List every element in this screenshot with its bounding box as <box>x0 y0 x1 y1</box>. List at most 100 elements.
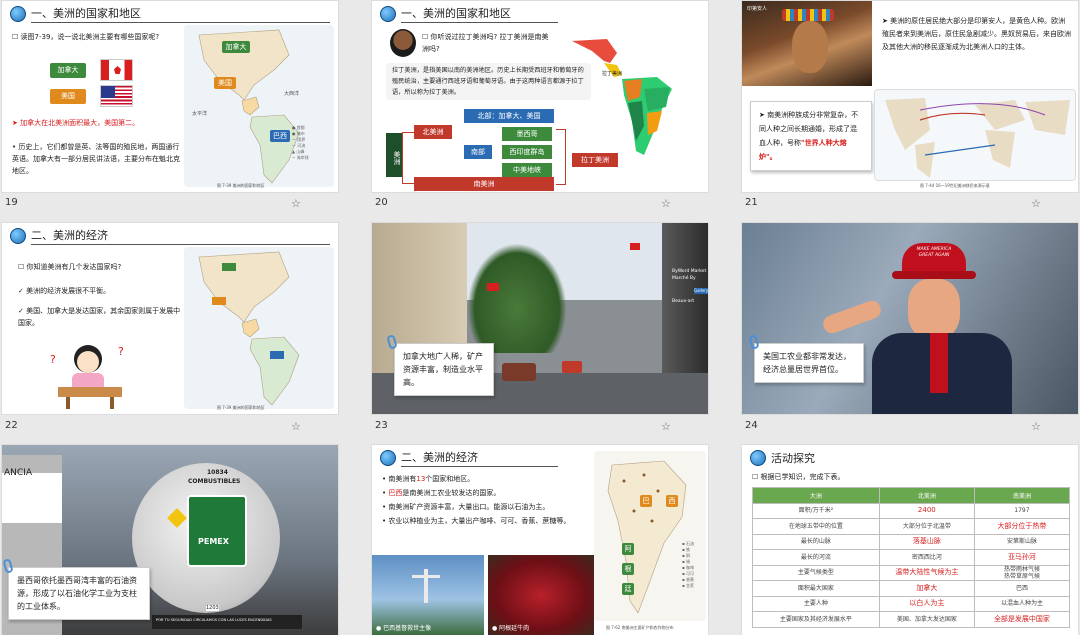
partial-sign-text: ANCIA <box>4 468 32 478</box>
slide-number: 21 <box>745 197 758 208</box>
globe-icon <box>10 6 26 22</box>
tree-west-indies: 西印度群岛 <box>502 145 552 159</box>
slide-thumbnail-19[interactable]: 一、美洲的国家和地区 ☐ 读图7-39，说一说北美洲主要有哪些国家呢? 加拿大 … <box>1 0 339 193</box>
tree-south-part: 南部 <box>464 145 492 159</box>
table-row: 最长的山脉 落基山脉 安第斯山脉 <box>752 533 1071 550</box>
table-cell: 大部分位于热带 <box>973 518 1071 535</box>
latin-america-paragraph: 拉丁美洲，是指美国以南的美洲地区。历史上长期受西班牙和葡萄牙的殖民统治，主要通行… <box>386 63 591 100</box>
svg-text:太平洋: 太平洋 <box>192 110 207 117</box>
tree-root-americas: 美洲 <box>386 133 402 177</box>
table-cell: 1797 <box>973 502 1071 519</box>
canada-flag-icon <box>100 59 133 81</box>
table-header-cell: 大洲 <box>752 487 880 504</box>
slide-thumbnail-25[interactable]: ANCIA 10834 COMBUSTIBLES PEMEX 1203 POR … <box>1 444 339 635</box>
bullet-minerals: • 南美洲矿产资源丰富，大量出口。能源以石油为主。 <box>382 503 550 511</box>
table-cell: 主要国家及其经济发展水平 <box>752 611 880 628</box>
table-row: 最长的河流 密西西比河 亚马孙河 <box>752 549 1071 566</box>
check-point-2: ✓ 美国、加拿大是发达国家，其余国家则属于发展中国家。 <box>18 307 181 327</box>
map-label-canada: 加拿大 <box>222 41 250 53</box>
table-cell: 2400 <box>878 502 975 519</box>
indigenous-paragraph: ➤ 美洲的原住居民绝大部分是印第安人，是黄色人种。欧洲殖民者来到美洲后，原住民急… <box>882 17 1071 51</box>
table-cell: 美国、加拿大发达国家 <box>878 611 975 628</box>
slide-title: 二、美洲的经济 <box>401 449 558 467</box>
table-cell: 密西西比河 <box>878 549 975 566</box>
table-row: 主要人种 以白人为主 以混血人种为主 <box>752 595 1071 612</box>
slide-title: 一、美洲的国家和地区 <box>401 5 558 23</box>
table-row: 主要国家及其经济发展水平 美国、加拿大发达国家 全部是发展中国家 <box>752 611 1071 628</box>
figure-caption: 图 7-44 16—19世纪美洲移民来源示意 <box>920 183 990 188</box>
table-cell: 热带雨林气候 热带草原气候 <box>973 564 1071 581</box>
slide-thumbnail-21[interactable]: 印第安人 ➤ 美洲的原住居民绝大部分是印第安人，是黄色人种。欧洲殖民者来到美洲后… <box>741 0 1079 193</box>
tree-connectors <box>402 132 414 184</box>
star-icon[interactable]: ☆ <box>661 197 671 210</box>
slide-header: 一、美洲的国家和地区 <box>10 5 330 23</box>
table-cell: 亚马孙河 <box>973 549 1071 566</box>
table-cell: 安第斯山脉 <box>973 533 1071 550</box>
star-icon[interactable]: ☆ <box>291 197 301 210</box>
slide-thumbnail-22[interactable]: 二、美洲的经济 ☐ 你知道美洲有几个发达国家吗? ✓ 美洲的经济发展很不平衡。 … <box>1 222 339 415</box>
south-america-resource-map: 巴 西 阿 根 廷 ▪ 石油 ▪ 铁 ▪ 铜 ▪ 锡 ▪ 咖啡 ▪ 可可 ▪ 香蕉 ▪ 甘蔗 <box>594 451 706 621</box>
table-cell: 主要气候类型 <box>752 564 880 581</box>
slide-thumbnail-20[interactable]: 一、美洲的国家和地区 ☐ 你听说过拉丁美洲吗? 拉丁美洲是南美洲吗? 拉丁美洲，… <box>371 0 709 193</box>
star-icon[interactable]: ☆ <box>1031 420 1041 433</box>
truck-id: 10834 <box>207 469 228 476</box>
table-cell: 温带大陆性气候为主 <box>878 564 975 581</box>
slide-number: 23 <box>375 420 388 431</box>
photo-tag: 印第安人 <box>747 6 768 12</box>
slide-title: 二、美洲的经济 <box>31 227 330 245</box>
map-caption: 拉丁美洲 <box>602 71 623 77</box>
street-sign-3: Gallery <box>694 288 709 294</box>
table-cell: 最长的山脉 <box>752 533 880 550</box>
pemex-brand: PEMEX <box>198 537 229 546</box>
slide-thumbnail-23[interactable]: ByWord Market Marché By Gallery Beaux-ar… <box>371 222 709 415</box>
canada-label: 加拿大 <box>50 63 86 78</box>
map-legend: ▪ 石油 ▪ 铁 ▪ 铜 ▪ 锡 ▪ 咖啡 ▪ 可可 ▪ 香蕉 ▪ 甘蔗 <box>682 541 694 588</box>
question-text: ☐ 你听说过拉丁美洲吗? 拉丁美洲是南美洲吗? <box>422 33 549 53</box>
map-tag-ting: 廷 <box>622 583 634 595</box>
map-label-brazil: 巴西 <box>270 130 290 142</box>
globe-icon <box>380 6 396 22</box>
question-text: ☐ 读图7-39，说一说北美洲主要有哪些国家呢? <box>12 33 160 41</box>
slide-header: 活动探究 <box>750 449 1070 467</box>
star-icon[interactable]: ☆ <box>1031 197 1041 210</box>
slide-thumbnail-24[interactable]: MAKE AMERICA GREAT AGAIN 美国工农业都非常发达，经济总量… <box>741 222 1079 415</box>
slide-number: 24 <box>745 420 758 431</box>
star-icon[interactable]: ☆ <box>661 420 671 433</box>
slide-title: 一、美洲的国家和地区 <box>31 5 330 23</box>
globe-icon <box>10 228 26 244</box>
hat-slogan: MAKE AMERICA GREAT AGAIN <box>916 247 952 258</box>
table-header-row: 大洲 北美洲 南美洲 <box>752 487 1071 504</box>
americas-map: 大西洋 太平洋 加拿大 美国 巴西 ● 首都 ● 城市 — 国界 — 河流 ▲ 山峰 ~ 海… <box>184 25 334 187</box>
table-cell: 在地球五带中的位置 <box>752 518 880 535</box>
tree-mexico: 墨西哥 <box>502 127 552 141</box>
safety-banner: POR TU SEGURIDAD CIRCULAMOS CON LAS LUCE… <box>156 618 272 622</box>
table-cell: 落基山脉 <box>878 533 975 550</box>
slide-header: 二、美洲的经济 <box>380 449 558 467</box>
point-history: • 历史上，它们都曾是英、法等国的殖民地，两国通行英语。加拿大有一部分居民讲法语… <box>12 143 180 175</box>
check-point-1: ✓ 美洲的经济发展很不平衡。 <box>18 287 111 295</box>
question-text: ☐ 你知道美洲有几个发达国家吗? <box>18 263 122 271</box>
table-cell: 巴西 <box>973 580 1071 597</box>
slide-thumbnail-26[interactable]: 二、美洲的经济 • 南美洲有13个国家和地区。 • 巴西是南美洲工农业较发达的国… <box>371 444 709 635</box>
slide-header: 一、美洲的国家和地区 <box>380 5 558 23</box>
mexico-note: 墨西哥依托墨西哥湾丰富的石油资源，形成了以石油化学工业为支柱的工业体系。 <box>8 567 150 620</box>
slide-number: 22 <box>5 420 18 431</box>
star-icon[interactable]: ☆ <box>291 420 301 433</box>
bullet-countries: • 南美洲有13个国家和地区。 <box>382 475 475 483</box>
usa-note: 美国工农业都非常发达，经济总量居世界首位。 <box>754 343 864 383</box>
table-cell: 以混血人种为主 <box>973 595 1071 612</box>
slide-thumbnail-27[interactable]: 活动探究 ☐ 根据已学知识，完成下表。 大洲 北美洲 南美洲 面积/万千米² 2400 1… <box>741 444 1079 635</box>
slide-number: 20 <box>375 197 388 208</box>
mixed-race-note: ➤ 南美洲种族成分非常复杂，不同人种之间长期通婚，形成了混血人种，号称"世界人种… <box>750 101 872 171</box>
map-legend: ● 首都 ● 城市 — 国界 — 河流 ▲ 山峰 ~ 海岸线 <box>292 125 309 160</box>
street-sign-2: Marché By <box>672 276 696 281</box>
table-cell: 面积最大国家 <box>752 580 880 597</box>
tree-south-america: 南美洲 <box>414 177 554 191</box>
question-text: ☐ 根据已学知识，完成下表。 <box>752 473 845 481</box>
globe-icon <box>750 450 766 466</box>
slide-number: 19 <box>5 197 18 208</box>
slide-title: 活动探究 <box>771 451 815 465</box>
usa-label: 美国 <box>50 89 86 104</box>
map-tag-a: 阿 <box>622 543 634 555</box>
comparison-table: 大洲 北美洲 南美洲 面积/万千米² 2400 1797 在地球五带中的位置 大部分位于北温带… <box>752 487 1071 628</box>
